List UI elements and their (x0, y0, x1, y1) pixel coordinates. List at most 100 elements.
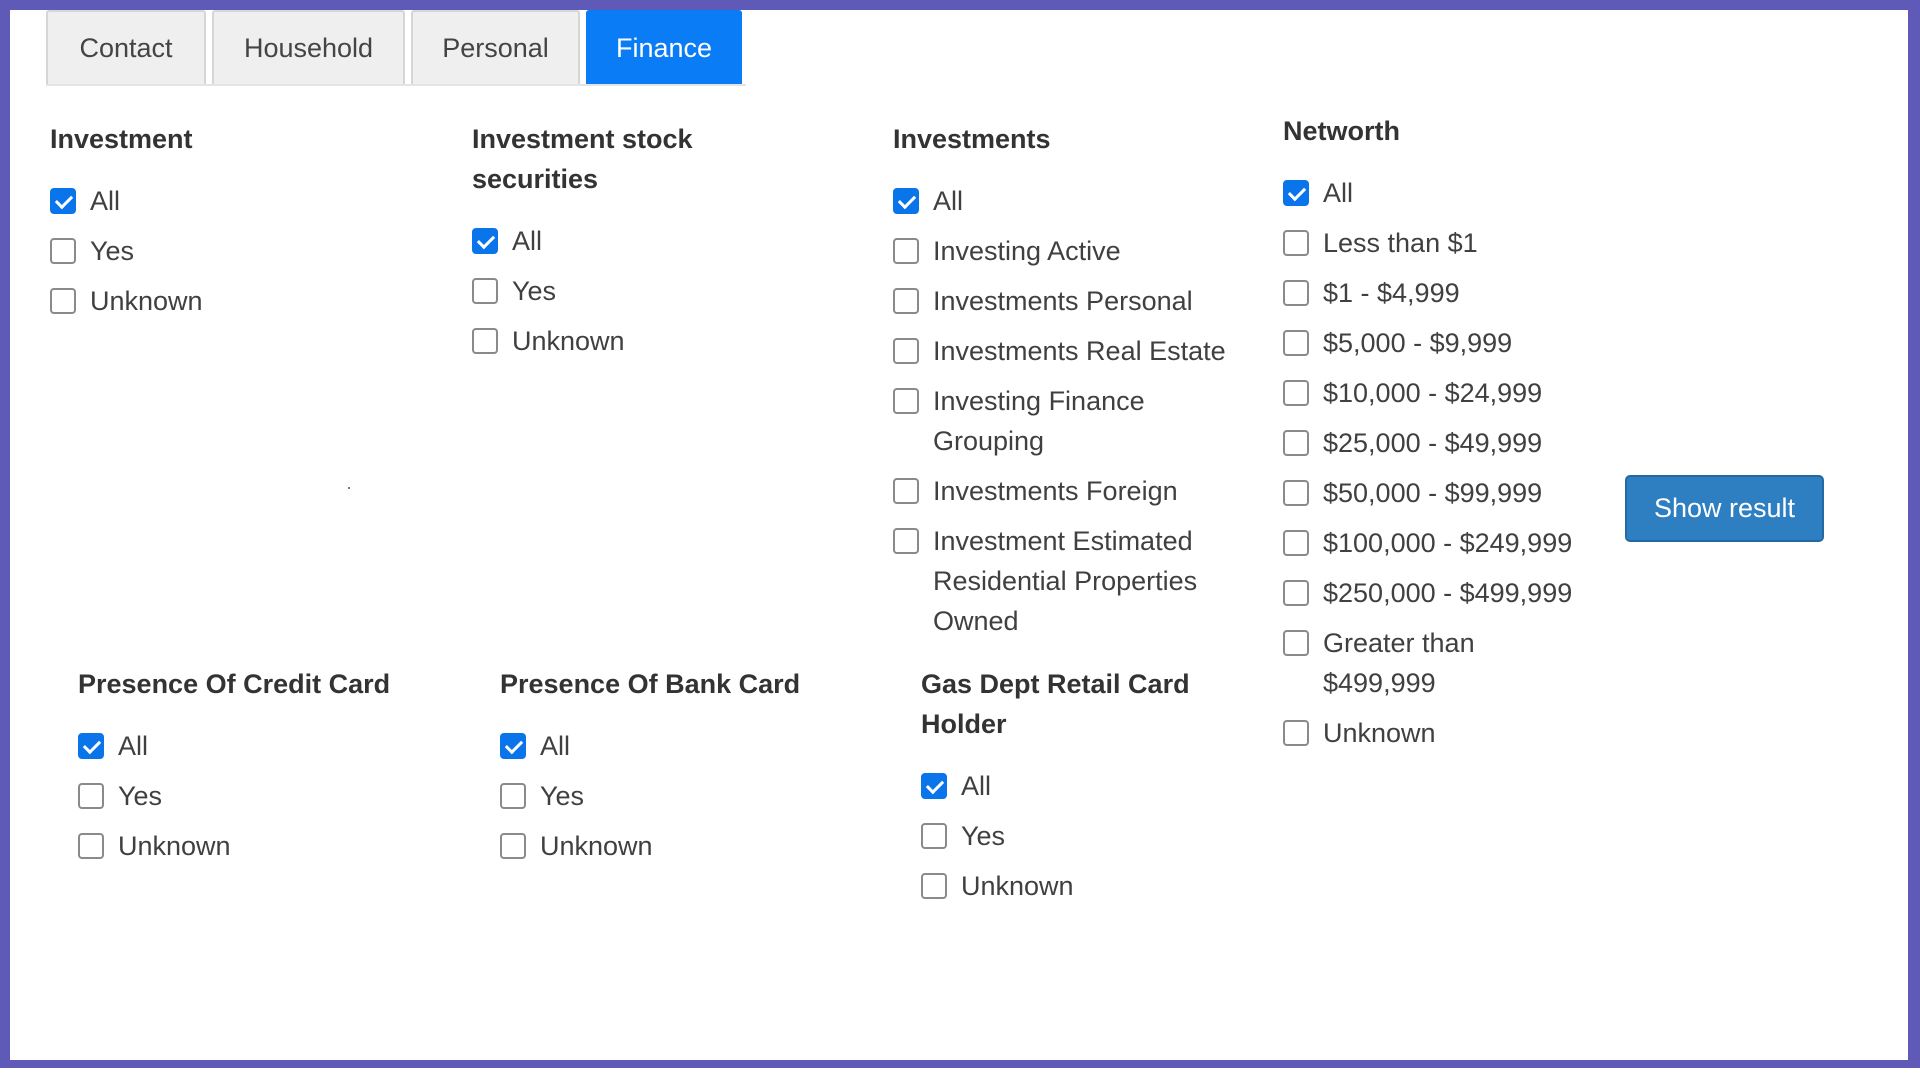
checkbox-option[interactable]: Investment Estimated Residential Propert… (893, 521, 1253, 641)
group-investment: Investment All Yes Unknown (50, 119, 410, 331)
tab-contact[interactable]: Contact (46, 10, 206, 85)
checkbox-option[interactable]: $250,000 - $499,999 (1283, 573, 1573, 613)
checkbox[interactable] (500, 833, 526, 859)
group-presence-of-credit-card: Presence Of Credit Card All Yes Unknown (78, 664, 458, 876)
checkbox-label: Yes (512, 276, 557, 306)
checkbox-checked[interactable] (921, 773, 947, 799)
checkbox[interactable] (893, 338, 919, 364)
checkbox[interactable] (1283, 630, 1309, 656)
checkbox-option[interactable]: All (78, 726, 458, 766)
checkbox-option[interactable]: $25,000 - $49,999 (1283, 423, 1573, 463)
checkbox-label: Greater than $499,999 (1323, 628, 1475, 698)
options-list: All Yes Unknown (50, 181, 410, 321)
checkbox-label: $10,000 - $24,999 (1323, 378, 1543, 408)
group-title: Investments (893, 124, 1051, 154)
stray-dot (348, 487, 350, 489)
checkbox-label: Yes (118, 781, 163, 811)
tab-personal[interactable]: Personal (411, 10, 580, 85)
checkbox-option[interactable]: Less than $1 (1283, 223, 1573, 263)
group-title: Investment stock securities (472, 124, 693, 194)
checkbox-option[interactable]: Yes (500, 776, 880, 816)
checkbox[interactable] (893, 528, 919, 554)
checkbox[interactable] (1283, 380, 1309, 406)
checkbox-option[interactable]: Investments Real Estate (893, 331, 1253, 371)
checkbox-option[interactable]: $10,000 - $24,999 (1283, 373, 1573, 413)
checkbox-label: Investing Finance Grouping (933, 386, 1145, 456)
checkbox-checked[interactable] (500, 733, 526, 759)
checkbox[interactable] (1283, 720, 1309, 746)
checkbox[interactable] (893, 388, 919, 414)
checkbox-option[interactable]: $50,000 - $99,999 (1283, 473, 1573, 513)
checkbox-label: $5,000 - $9,999 (1323, 328, 1513, 358)
group-title: Presence Of Bank Card (500, 669, 801, 699)
checkbox[interactable] (1283, 430, 1309, 456)
checkbox[interactable] (921, 823, 947, 849)
checkbox[interactable] (78, 833, 104, 859)
checkbox[interactable] (921, 873, 947, 899)
checkbox-checked[interactable] (78, 733, 104, 759)
checkbox-option[interactable]: Yes (50, 231, 410, 271)
options-list: All Yes Unknown (921, 766, 1241, 906)
group-investments: Investments All Investing Active Investmen… (893, 119, 1253, 651)
checkbox[interactable] (1283, 280, 1309, 306)
bottom-strip (0, 1068, 1920, 1080)
checkbox[interactable] (1283, 330, 1309, 356)
checkbox[interactable] (1283, 580, 1309, 606)
checkbox-option[interactable]: All (472, 221, 772, 261)
checkbox-option[interactable]: All (1283, 173, 1573, 213)
checkbox[interactable] (893, 478, 919, 504)
show-result-button[interactable]: Show result (1625, 475, 1824, 542)
checkbox-option[interactable]: All (50, 181, 410, 221)
checkbox-option[interactable]: Unknown (921, 866, 1241, 906)
checkbox-checked[interactable] (472, 228, 498, 254)
checkbox[interactable] (1283, 230, 1309, 256)
checkbox-label: All (1323, 178, 1354, 208)
checkbox-option[interactable]: Greater than $499,999 (1283, 623, 1573, 703)
tab-finance[interactable]: Finance (586, 10, 742, 85)
checkbox-checked[interactable] (50, 188, 76, 214)
checkbox-checked[interactable] (893, 188, 919, 214)
checkbox-label: All (933, 186, 964, 216)
checkbox-option[interactable]: $1 - $4,999 (1283, 273, 1573, 313)
checkbox-label: All (961, 771, 992, 801)
checkbox[interactable] (1283, 480, 1309, 506)
checkbox[interactable] (893, 238, 919, 264)
checkbox-option[interactable]: $100,000 - $249,999 (1283, 523, 1573, 563)
checkbox-label: All (118, 731, 149, 761)
checkbox[interactable] (50, 288, 76, 314)
checkbox[interactable] (472, 328, 498, 354)
checkbox-option[interactable]: Investing Active (893, 231, 1253, 271)
checkbox-option[interactable]: Investing Finance Grouping (893, 381, 1253, 461)
group-title: Gas Dept Retail Card Holder (921, 669, 1190, 739)
checkbox-option[interactable]: Yes (78, 776, 458, 816)
checkbox-label: $250,000 - $499,999 (1323, 578, 1573, 608)
checkbox-label: All (540, 731, 571, 761)
checkbox-option[interactable]: Unknown (50, 281, 410, 321)
tab-household[interactable]: Household (212, 10, 405, 85)
checkbox-option[interactable]: Unknown (500, 826, 880, 866)
checkbox-option[interactable]: $5,000 - $9,999 (1283, 323, 1573, 363)
checkbox[interactable] (893, 288, 919, 314)
checkbox-option[interactable]: Unknown (78, 826, 458, 866)
checkbox-option[interactable]: All (500, 726, 880, 766)
group-title: Networth (1283, 116, 1400, 146)
checkbox-option[interactable]: Yes (472, 271, 772, 311)
checkbox-option[interactable]: Unknown (1283, 713, 1573, 753)
checkbox[interactable] (472, 278, 498, 304)
checkbox-option[interactable]: Yes (921, 816, 1241, 856)
checkbox[interactable] (50, 238, 76, 264)
checkbox[interactable] (78, 783, 104, 809)
group-title: Presence Of Credit Card (78, 669, 391, 699)
checkbox-label: Unknown (961, 871, 1074, 901)
checkbox-option[interactable]: Investments Foreign (893, 471, 1253, 511)
checkbox-option[interactable]: All (921, 766, 1241, 806)
checkbox-checked[interactable] (1283, 180, 1309, 206)
checkbox-label: Investments Personal (933, 286, 1193, 316)
options-list: All Investing Active Investments Personal I… (893, 181, 1253, 641)
checkbox-option[interactable]: Unknown (472, 321, 772, 361)
checkbox[interactable] (1283, 530, 1309, 556)
checkbox-option[interactable]: Investments Personal (893, 281, 1253, 321)
checkbox-option[interactable]: All (893, 181, 1253, 221)
checkbox[interactable] (500, 783, 526, 809)
checkbox-label: $1 - $4,999 (1323, 278, 1460, 308)
